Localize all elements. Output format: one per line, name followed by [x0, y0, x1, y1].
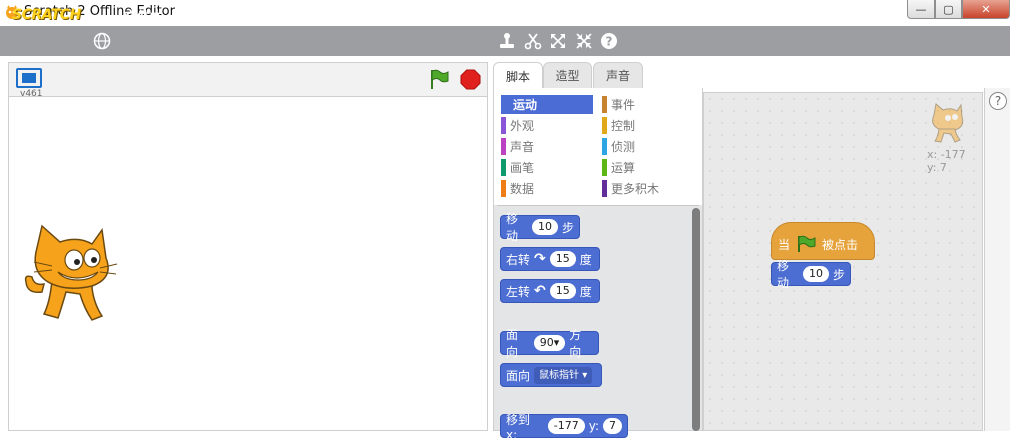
category-label: 控制 — [611, 119, 636, 133]
block-text: 左转 — [506, 284, 531, 299]
category-color-swatch — [602, 117, 607, 134]
sprite-x: x: -177 — [927, 148, 966, 161]
category-7[interactable]: 运算 — [602, 158, 694, 177]
category-label: 运动 — [513, 98, 538, 112]
category-4[interactable]: 声音 — [501, 137, 593, 156]
category-color-swatch — [602, 96, 607, 113]
palette-scrollbar[interactable] — [692, 208, 700, 431]
category-color-swatch — [602, 180, 607, 197]
direction-dropdown[interactable]: 90▾ — [533, 335, 566, 351]
fullscreen-icon[interactable] — [16, 68, 42, 88]
minimize-button[interactable]: — — [907, 0, 935, 19]
category-color-swatch — [501, 138, 506, 155]
block-text: 度 — [579, 284, 592, 299]
stop-sign-icon[interactable] — [460, 69, 481, 90]
block-goto-xy[interactable]: 移到 x: -177 y: 7 — [500, 413, 628, 442]
block-text: 移动 — [506, 212, 519, 243]
category-label: 运算 — [611, 161, 636, 175]
close-button[interactable]: ✕ — [962, 0, 1010, 19]
svg-text:?: ? — [606, 35, 613, 49]
target-dropdown[interactable]: 鼠标指针 ▾ — [534, 366, 593, 384]
menu-file[interactable]: 文件▼ — [124, 6, 160, 25]
block-text: 右转 — [506, 252, 531, 267]
green-flag-icon — [798, 235, 816, 252]
scratch-cat-sprite[interactable] — [22, 222, 118, 324]
scratch-logo[interactable]: SCRATCH — [8, 4, 85, 26]
block-point-towards[interactable]: 面向 鼠标指针 ▾ — [500, 363, 602, 387]
block-text: 步 — [832, 267, 845, 282]
block-help-icon[interactable]: ? — [600, 32, 618, 50]
maximize-button[interactable]: ▢ — [935, 0, 962, 19]
grow-icon[interactable] — [549, 32, 567, 50]
y-input[interactable]: 7 — [603, 418, 622, 434]
menu-edit[interactable]: 编辑▼ — [176, 6, 212, 25]
right-panel-strip — [984, 88, 1010, 431]
block-text: 面向 — [506, 368, 531, 383]
category-label: 画笔 — [510, 161, 535, 175]
block-text: 方向 — [569, 328, 582, 359]
script-move-steps[interactable]: 移动 10 步 — [771, 259, 851, 290]
category-color-swatch — [602, 159, 607, 176]
category-0[interactable]: 运动 — [501, 95, 593, 114]
tab-scripts[interactable]: 脚本 — [493, 62, 543, 89]
delete-scissors-icon[interactable] — [524, 32, 542, 50]
block-text: 移到 x: — [506, 412, 531, 442]
tab-costumes[interactable]: 造型 — [543, 62, 592, 88]
script-when-flag-clicked[interactable]: 当 被点击 — [771, 222, 875, 260]
block-turn-right[interactable]: 右转 ↷ 15 度 — [500, 247, 600, 271]
category-label: 更多积木 — [611, 182, 660, 196]
duplicate-stamp-icon[interactable] — [498, 32, 516, 50]
category-5[interactable]: 侦测 — [602, 137, 694, 156]
category-color-swatch — [602, 138, 607, 155]
green-flag-icon[interactable] — [428, 68, 450, 90]
category-2[interactable]: 外观 — [501, 116, 593, 135]
category-color-swatch — [501, 159, 506, 176]
category-label: 声音 — [510, 140, 535, 154]
degrees-input[interactable]: 15 — [549, 251, 576, 267]
block-text: 步 — [561, 220, 574, 235]
block-text: 被点击 — [822, 238, 859, 252]
steps-input[interactable]: 10 — [531, 219, 558, 235]
block-point-direction[interactable]: 面向 90▾ 方向 — [500, 328, 599, 359]
menu-about[interactable]: 关于 — [268, 6, 294, 25]
block-text: 面向 — [506, 328, 519, 359]
category-9[interactable]: 更多积木 — [602, 179, 694, 198]
stage-header — [8, 62, 488, 96]
steps-input[interactable]: 10 — [802, 266, 829, 282]
sprite-thumbnail — [932, 103, 964, 143]
category-color-swatch — [501, 117, 506, 134]
sprite-position-readout: x: -177 y: 7 — [927, 148, 966, 174]
degrees-input[interactable]: 15 — [549, 283, 576, 299]
block-text: 度 — [579, 252, 592, 267]
block-text: 移动 — [777, 259, 790, 290]
menu-tips[interactable]: 提示 — [227, 6, 253, 25]
category-color-swatch — [501, 96, 506, 113]
palette-divider — [497, 205, 699, 206]
help-icon[interactable]: ? — [989, 92, 1007, 110]
category-color-swatch — [501, 180, 506, 197]
category-label: 外观 — [510, 119, 535, 133]
category-8[interactable]: 数据 — [501, 179, 593, 198]
shrink-icon[interactable] — [575, 32, 593, 50]
rotate-counterclockwise-icon: ↶ — [534, 283, 546, 299]
category-3[interactable]: 控制 — [602, 116, 694, 135]
block-text: 当 — [778, 238, 791, 252]
category-label: 事件 — [611, 98, 636, 112]
category-label: 数据 — [510, 182, 535, 196]
category-label: 侦测 — [611, 140, 636, 154]
category-6[interactable]: 画笔 — [501, 158, 593, 177]
language-globe-icon[interactable] — [93, 32, 111, 50]
sprite-y: y: 7 — [927, 161, 947, 174]
category-1[interactable]: 事件 — [602, 95, 694, 114]
tab-sounds[interactable]: 声音 — [593, 62, 643, 88]
rotate-clockwise-icon: ↷ — [534, 251, 546, 267]
x-input[interactable]: -177 — [547, 418, 585, 434]
block-turn-left[interactable]: 左转 ↶ 15 度 — [500, 279, 600, 303]
block-move-steps[interactable]: 移动 10 步 — [500, 212, 580, 243]
